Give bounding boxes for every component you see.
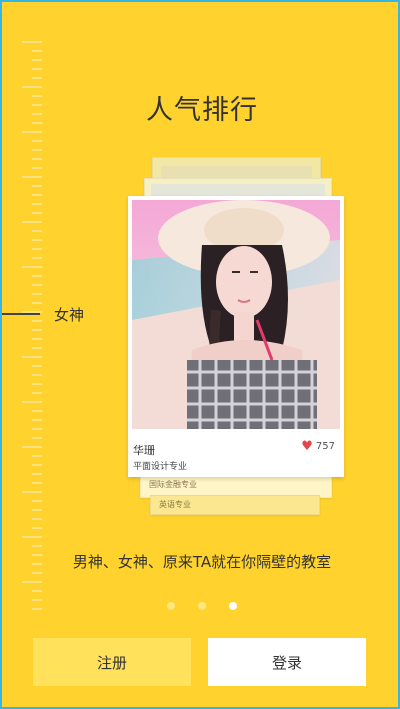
page-dot[interactable]: [167, 602, 175, 610]
register-button[interactable]: 注册: [33, 638, 191, 686]
profile-photo: [132, 200, 340, 429]
like-count: 757: [315, 441, 335, 452]
page-dot-active[interactable]: [229, 602, 237, 610]
profile-name: 华珊: [133, 444, 155, 457]
page-indicator: [2, 602, 398, 610]
tagline: 男神、女神、原来TA就在你隔壁的教室: [72, 553, 332, 571]
page-dot[interactable]: [198, 602, 206, 610]
card-major: 国际金融专业: [149, 480, 197, 489]
card-major: 英语专业: [159, 500, 191, 509]
like-counter[interactable]: ♥ 757: [301, 440, 335, 453]
page-title: 人气排行: [146, 95, 258, 126]
ruler-label: 女神: [54, 306, 85, 324]
stacked-card[interactable]: 英语专业: [150, 495, 320, 515]
heart-icon: ♥: [301, 439, 313, 454]
featured-profile-card[interactable]: 华珊 平面设计专业 ♥ 757: [128, 196, 344, 477]
profile-major: 平面设计专业: [133, 462, 188, 472]
ruler-indicator: [2, 313, 40, 315]
login-button[interactable]: 登录: [208, 638, 366, 686]
intro-screen: 女神 人气排行 国际金融专业 英语专业 华珊 平面设计专业 ♥ 757 男神、女…: [0, 0, 400, 709]
